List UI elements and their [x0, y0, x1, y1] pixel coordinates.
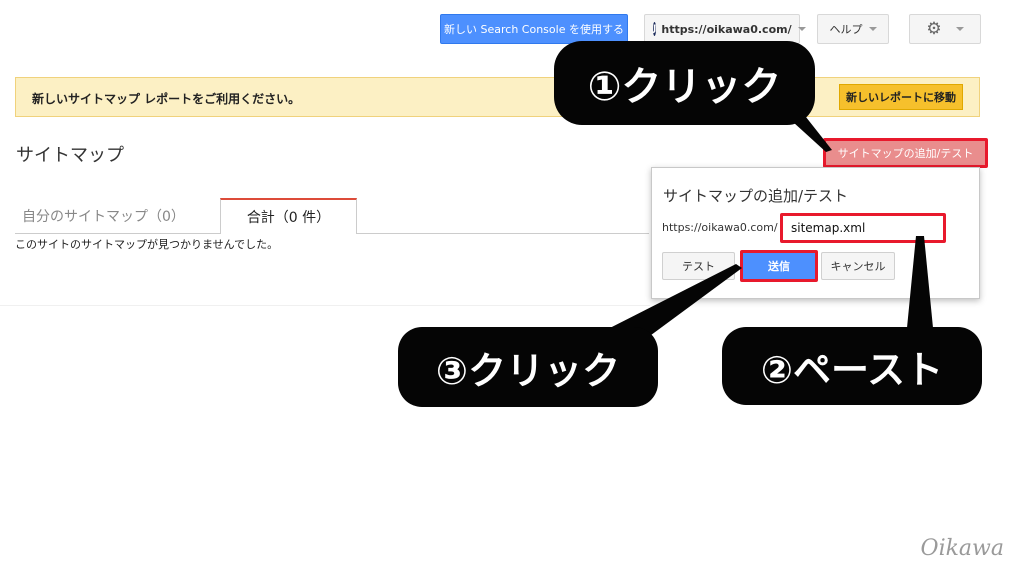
- callout-2-pointer: [906, 236, 934, 338]
- callout-step2: ②ペースト: [722, 327, 982, 405]
- callout-step1: ①クリック: [554, 41, 815, 125]
- callout-pointers: [598, 112, 934, 352]
- callout-step3: ③クリック: [398, 327, 658, 407]
- author-signature: Oikawa: [920, 536, 1004, 561]
